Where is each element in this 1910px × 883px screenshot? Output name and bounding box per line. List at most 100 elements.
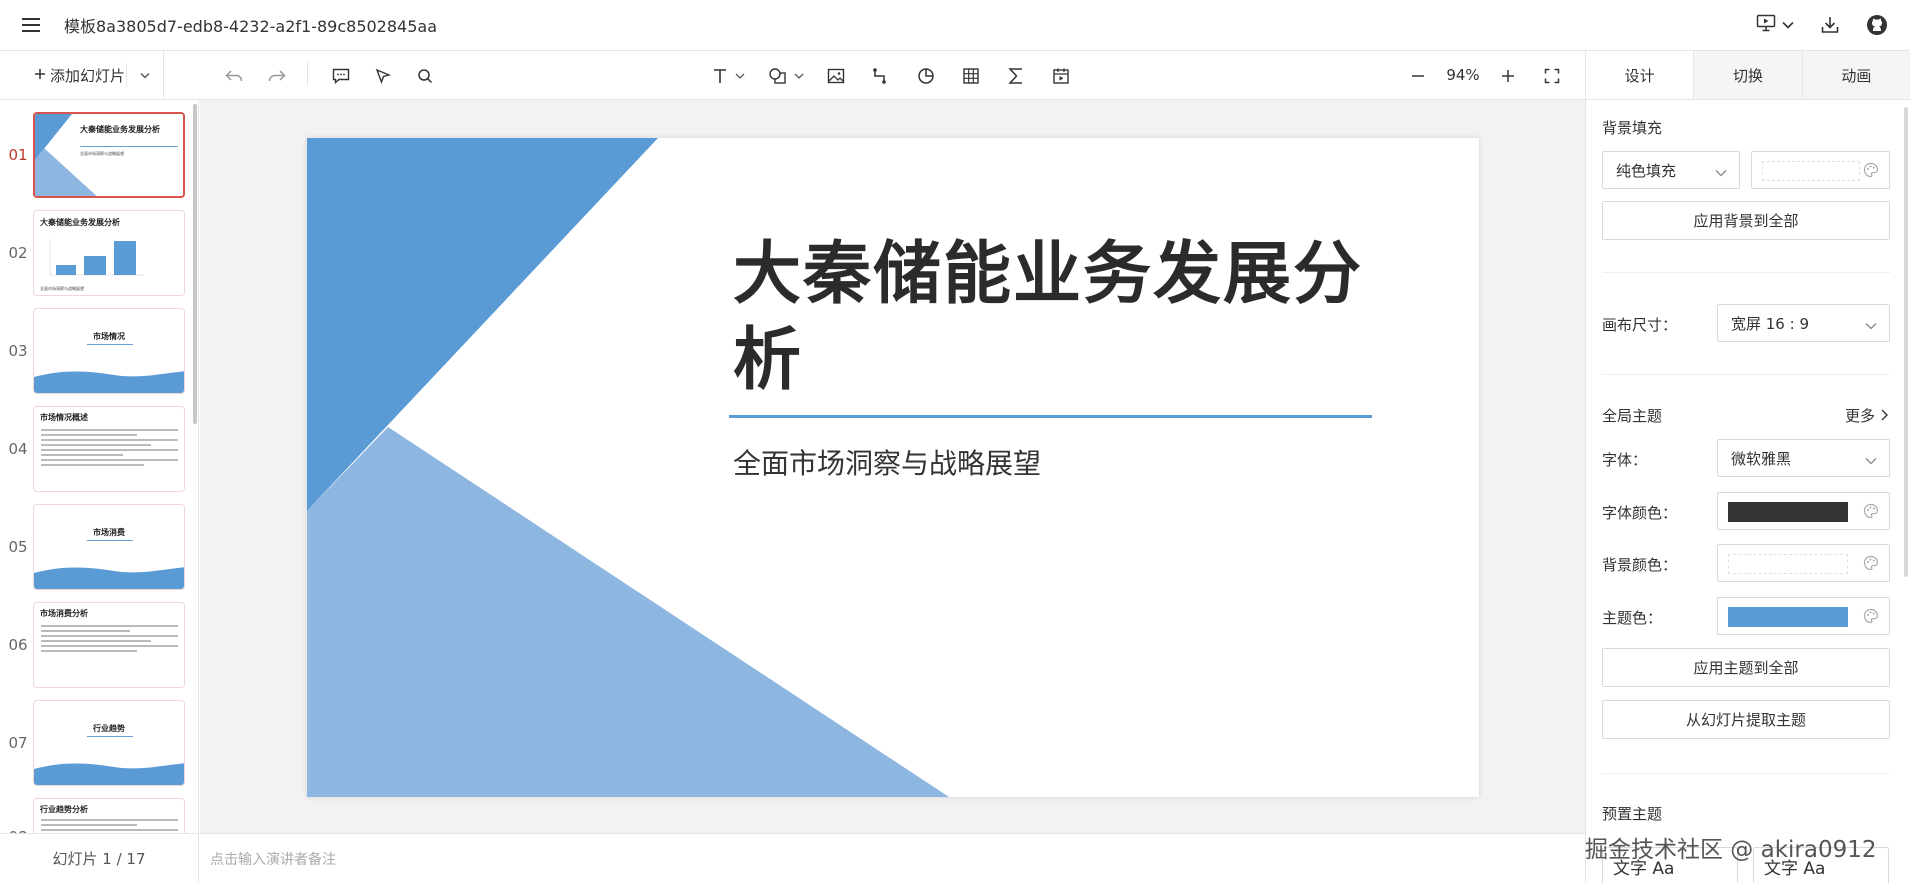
comment-icon[interactable]	[330, 61, 352, 91]
font-label: 字体：	[1602, 451, 1648, 469]
canvas-size-select[interactable]: 宽屏 16 : 9	[1717, 304, 1890, 342]
thumbnail-row: 01 大秦储能业务发展分析 全面市场洞察与战略展望	[0, 112, 198, 202]
theme-color-picker[interactable]	[1717, 597, 1890, 635]
theme-color-swatch	[1728, 607, 1848, 627]
palette-icon	[1863, 162, 1879, 182]
canvas-size-value: 宽屏 16 : 9	[1731, 314, 1809, 333]
thumbnail-row: 02 大秦储能业务发展分析 全面市场洞察与战略展望	[0, 210, 198, 300]
chevron-down-icon	[1865, 451, 1877, 469]
fill-type-value: 纯色填充	[1616, 161, 1677, 180]
chevron-down-icon	[1715, 163, 1727, 181]
background-color-picker[interactable]	[1751, 151, 1890, 189]
top-bar: 模板8a3805d7-edb8-4232-a2f1-89c8502845aa	[0, 0, 1910, 51]
apply-theme-all-button[interactable]: 应用主题到全部	[1602, 648, 1890, 687]
thumbnail-slide-01[interactable]: 大秦储能业务发展分析 全面市场洞察与战略展望	[33, 112, 185, 198]
panel-divider	[1602, 773, 1890, 774]
speaker-notes-input[interactable]: 点击输入演讲者备注	[200, 833, 1585, 883]
current-slide[interactable]: 大秦储能业务发展分析 全面市场洞察与战略展望	[307, 138, 1479, 797]
thumbnail-slide-07[interactable]: 行业趋势	[33, 700, 185, 786]
panel-scrollbar[interactable]	[1904, 107, 1908, 577]
palette-icon	[1863, 608, 1879, 628]
more-label: 更多	[1844, 407, 1875, 425]
apply-background-all-button[interactable]: 应用背景到全部	[1602, 201, 1890, 240]
thumbnail-subtitle: 全面市场洞察与战略展望	[80, 151, 124, 156]
thumbnail-row: 05 市场消费	[0, 504, 198, 594]
panel-tabs: 设计 切换 动画	[1586, 51, 1910, 100]
chevron-down-icon	[1865, 316, 1877, 334]
watermark-text: 掘金技术社区 @ akira0912	[1585, 837, 1877, 863]
formula-icon[interactable]	[1005, 61, 1027, 91]
panel-divider	[1602, 374, 1890, 375]
thumbnail-number: 06	[8, 636, 28, 654]
select-icon[interactable]	[372, 61, 394, 91]
add-slide-group: 添加幻灯片	[0, 50, 164, 100]
slide-subtitle[interactable]: 全面市场洞察与战略展望	[733, 442, 1041, 482]
thumbnail-slide-02[interactable]: 大秦储能业务发展分析 全面市场洞察与战略展望	[33, 210, 185, 296]
thumbnail-slide-06[interactable]: 市场消费分析	[33, 602, 185, 688]
add-slide-button[interactable]: 添加幻灯片	[34, 65, 125, 86]
wave-decoration	[34, 567, 184, 589]
thumbnail-number: 02	[8, 244, 28, 262]
chart-icon[interactable]	[915, 61, 937, 91]
more-themes-link[interactable]: 更多	[1845, 405, 1888, 426]
zoom-in-icon[interactable]	[1497, 61, 1519, 91]
image-icon[interactable]	[825, 61, 847, 91]
slide-title[interactable]: 大秦储能业务发展分析	[733, 232, 1373, 404]
canvas-size-label: 画布尺寸：	[1602, 316, 1678, 334]
plus-icon	[34, 66, 46, 84]
media-icon[interactable]	[1050, 61, 1072, 91]
shape-icon[interactable]	[766, 61, 806, 91]
tab-transition[interactable]: 切换	[1693, 51, 1802, 99]
thumbnail-slide-08[interactable]: 行业趋势分析	[33, 798, 185, 833]
thumbnail-slide-05[interactable]: 市场消费	[33, 504, 185, 590]
download-icon[interactable]	[1820, 15, 1840, 35]
tab-design[interactable]: 设计	[1586, 51, 1694, 99]
zoom-level[interactable]: 94%	[1440, 66, 1486, 84]
thumbnail-scrollbar[interactable]	[193, 104, 197, 424]
chevron-right-icon	[1881, 407, 1888, 425]
tab-animation[interactable]: 动画	[1801, 51, 1910, 99]
font-select[interactable]: 微软雅黑	[1717, 439, 1890, 477]
thumbnail-row: 04 市场情况概述	[0, 406, 198, 496]
bg-color-picker[interactable]	[1717, 544, 1890, 582]
font-value: 微软雅黑	[1731, 449, 1792, 468]
zoom-out-icon[interactable]	[1407, 61, 1429, 91]
background-fill-label: 背景填充	[1602, 119, 1663, 137]
slide-counter: 幻灯片 1 / 17	[0, 833, 199, 883]
fullscreen-icon[interactable]	[1541, 61, 1563, 91]
present-button[interactable]	[1756, 14, 1794, 36]
extract-theme-button[interactable]: 从幻灯片提取主题	[1602, 700, 1890, 739]
font-color-picker[interactable]	[1717, 492, 1890, 530]
add-slide-dropdown[interactable]	[127, 51, 163, 100]
thumbnail-rule	[80, 146, 178, 147]
slide-title-underline[interactable]	[729, 415, 1372, 418]
thumbnail-title: 市场消费分析	[40, 609, 88, 618]
palette-icon	[1863, 555, 1879, 575]
wave-decoration	[34, 371, 184, 393]
fill-type-select[interactable]: 纯色填充	[1602, 151, 1740, 189]
editor-canvas[interactable]: 大秦储能业务发展分析 全面市场洞察与战略展望	[200, 100, 1585, 833]
thumbnail-text-lines	[41, 819, 178, 833]
redo-icon[interactable]	[266, 61, 288, 91]
wave-decoration	[34, 763, 184, 785]
text-icon[interactable]	[710, 61, 748, 91]
search-icon[interactable]	[414, 61, 436, 91]
preset-theme-label: 预置主题	[1602, 805, 1663, 823]
bg-color-label: 背景颜色：	[1602, 556, 1678, 574]
thumbnail-slide-04[interactable]: 市场情况概述	[33, 406, 185, 492]
thumbnail-footer-text: 全面市场洞察与战略展望	[40, 286, 84, 291]
thumbnail-title: 大秦储能业务发展分析	[80, 125, 160, 134]
github-icon[interactable]	[1866, 14, 1888, 36]
menu-icon[interactable]	[16, 10, 46, 40]
thumbnail-slide-03[interactable]: 市场情况	[33, 308, 185, 394]
design-panel: 设计 切换 动画 背景填充 纯色填充 应用背景到全部 画布尺寸： 宽屏 16 :…	[1585, 51, 1910, 883]
undo-icon[interactable]	[223, 61, 245, 91]
chevron-down-icon	[140, 67, 150, 83]
line-icon[interactable]	[870, 61, 892, 91]
thumbnail-bar-chart	[49, 239, 144, 276]
table-icon[interactable]	[960, 61, 982, 91]
document-title[interactable]: 模板8a3805d7-edb8-4232-a2f1-89c8502845aa	[64, 13, 437, 37]
thumbnail-title: 市场情况概述	[40, 413, 88, 422]
toolbar-divider	[307, 62, 308, 86]
thumbnail-row: 06 市场消费分析	[0, 602, 198, 692]
